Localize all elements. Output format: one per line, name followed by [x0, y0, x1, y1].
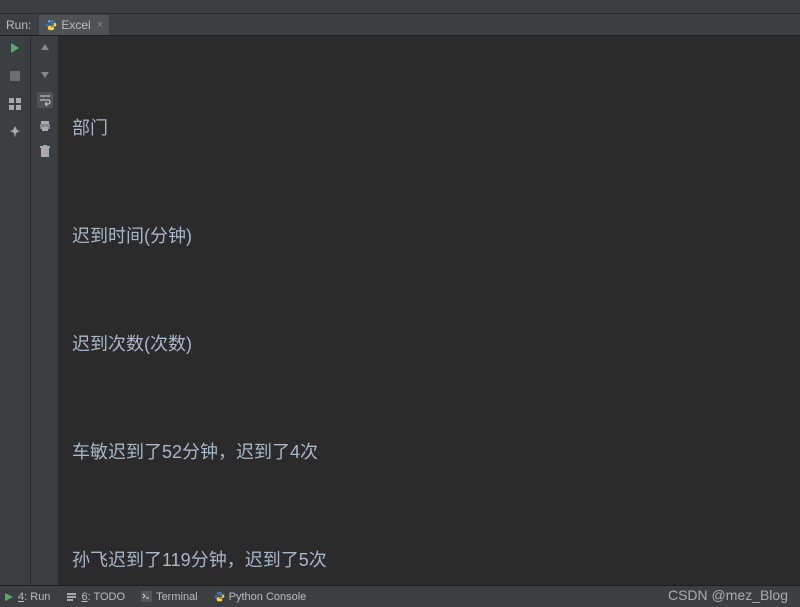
stop-icon[interactable]: [7, 68, 23, 84]
trash-icon[interactable]: [37, 144, 53, 160]
tab-label: Excel: [61, 18, 90, 32]
up-icon[interactable]: [37, 40, 53, 56]
output-line: 迟到次数(次数): [72, 326, 800, 362]
output-line: 部门: [72, 110, 800, 146]
rerun-icon[interactable]: [7, 40, 23, 56]
bottom-terminal-button[interactable]: Terminal: [141, 591, 198, 603]
down-icon[interactable]: [37, 66, 53, 82]
todo-shortcut-key: 6: [81, 591, 87, 603]
soft-wrap-icon[interactable]: [37, 92, 53, 108]
layout-icon[interactable]: [7, 96, 23, 112]
print-icon[interactable]: [37, 118, 53, 134]
output-line: 孙飞迟到了119分钟，迟到了5次: [72, 542, 800, 578]
bottom-todo-button[interactable]: 6: TODO: [66, 591, 125, 603]
bottom-python-console-button[interactable]: Python Console: [214, 591, 307, 603]
left-gutter: [0, 36, 30, 585]
run-label: Run:: [6, 18, 31, 32]
close-icon[interactable]: ×: [97, 19, 103, 31]
output-line: 车敏迟到了52分钟，迟到了4次: [72, 434, 800, 470]
python-icon: [45, 19, 57, 31]
main-area: 部门 迟到时间(分钟) 迟到次数(次数) 车敏迟到了52分钟，迟到了4次 孙飞迟…: [0, 36, 800, 585]
todo-label-text: TODO: [93, 591, 125, 603]
pin-icon[interactable]: [7, 124, 23, 140]
run-tool-header: Run: Excel ×: [0, 14, 800, 36]
output-line: 迟到时间(分钟): [72, 218, 800, 254]
run-shortcut-key: 4: [18, 591, 24, 603]
run-toolbar: [30, 36, 58, 585]
bottom-run-button[interactable]: 4: Run: [4, 591, 50, 603]
console-output[interactable]: 部门 迟到时间(分钟) 迟到次数(次数) 车敏迟到了52分钟，迟到了4次 孙飞迟…: [58, 36, 800, 585]
run-label-text: Run: [30, 591, 50, 603]
watermark: CSDN @mez_Blog: [668, 587, 788, 603]
terminal-label: Terminal: [156, 591, 198, 603]
window-titlebar: [0, 0, 800, 14]
run-tab-excel[interactable]: Excel ×: [39, 15, 109, 35]
python-console-label: Python Console: [229, 591, 307, 603]
